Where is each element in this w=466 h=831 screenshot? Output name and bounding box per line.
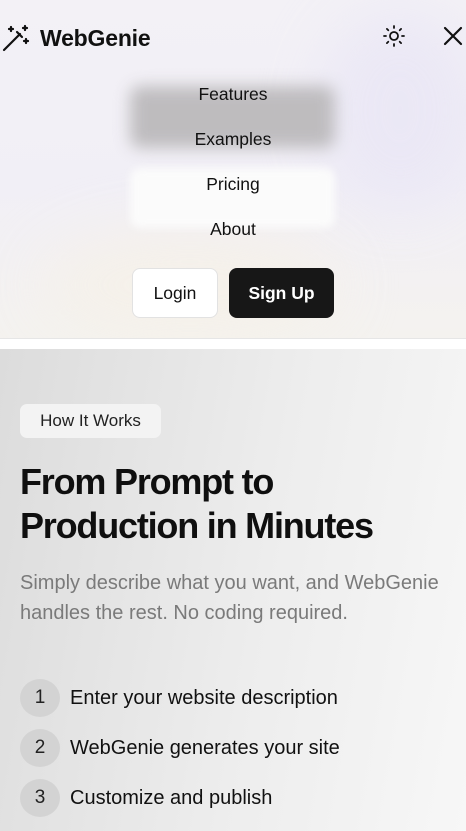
step-number: 1: [20, 679, 60, 717]
step-number: 2: [20, 729, 60, 767]
step-item: 1 Enter your website description: [20, 679, 460, 717]
close-icon: [442, 25, 464, 52]
step-label: WebGenie generates your site: [70, 736, 340, 759]
nav-link-examples[interactable]: Examples: [0, 125, 466, 170]
step-item: 2 WebGenie generates your site: [20, 729, 460, 767]
nav-link-about[interactable]: About: [0, 215, 466, 260]
how-it-works-section: How It Works From Prompt to Production i…: [0, 349, 466, 831]
nav-link-pricing[interactable]: Pricing: [0, 170, 466, 215]
theme-toggle-button[interactable]: [381, 24, 407, 53]
login-button[interactable]: Login: [132, 268, 218, 318]
headline-line-2: Production in Minutes: [20, 505, 374, 546]
section-badge: How It Works: [20, 404, 161, 438]
header: WebGenie: [0, 14, 466, 62]
mobile-nav: Features Examples Pricing About: [0, 80, 466, 260]
signup-button[interactable]: Sign Up: [229, 268, 334, 318]
page: WebGenie Features Examples Pricing About…: [0, 0, 466, 831]
logo[interactable]: WebGenie: [2, 24, 151, 52]
mobile-menu-overlay: WebGenie Features Examples Pricing About…: [0, 0, 466, 339]
magic-wand-icon: [2, 24, 30, 52]
auth-buttons: Login Sign Up: [0, 268, 466, 318]
step-item: 3 Customize and publish: [20, 779, 460, 817]
brand-name: WebGenie: [40, 24, 151, 51]
step-number: 3: [20, 779, 60, 817]
nav-link-features[interactable]: Features: [0, 80, 466, 125]
section-description: Simply describe what you want, and WebGe…: [20, 572, 439, 624]
sun-icon: [382, 24, 406, 53]
headline-line-1: From Prompt to: [20, 461, 274, 502]
step-label: Customize and publish: [70, 786, 273, 809]
step-label: Enter your website description: [70, 686, 338, 709]
steps-list: 1 Enter your website description 2 WebGe…: [20, 679, 460, 829]
section-headline: From Prompt to Production in Minutes: [20, 460, 450, 548]
close-menu-button[interactable]: [440, 25, 466, 51]
